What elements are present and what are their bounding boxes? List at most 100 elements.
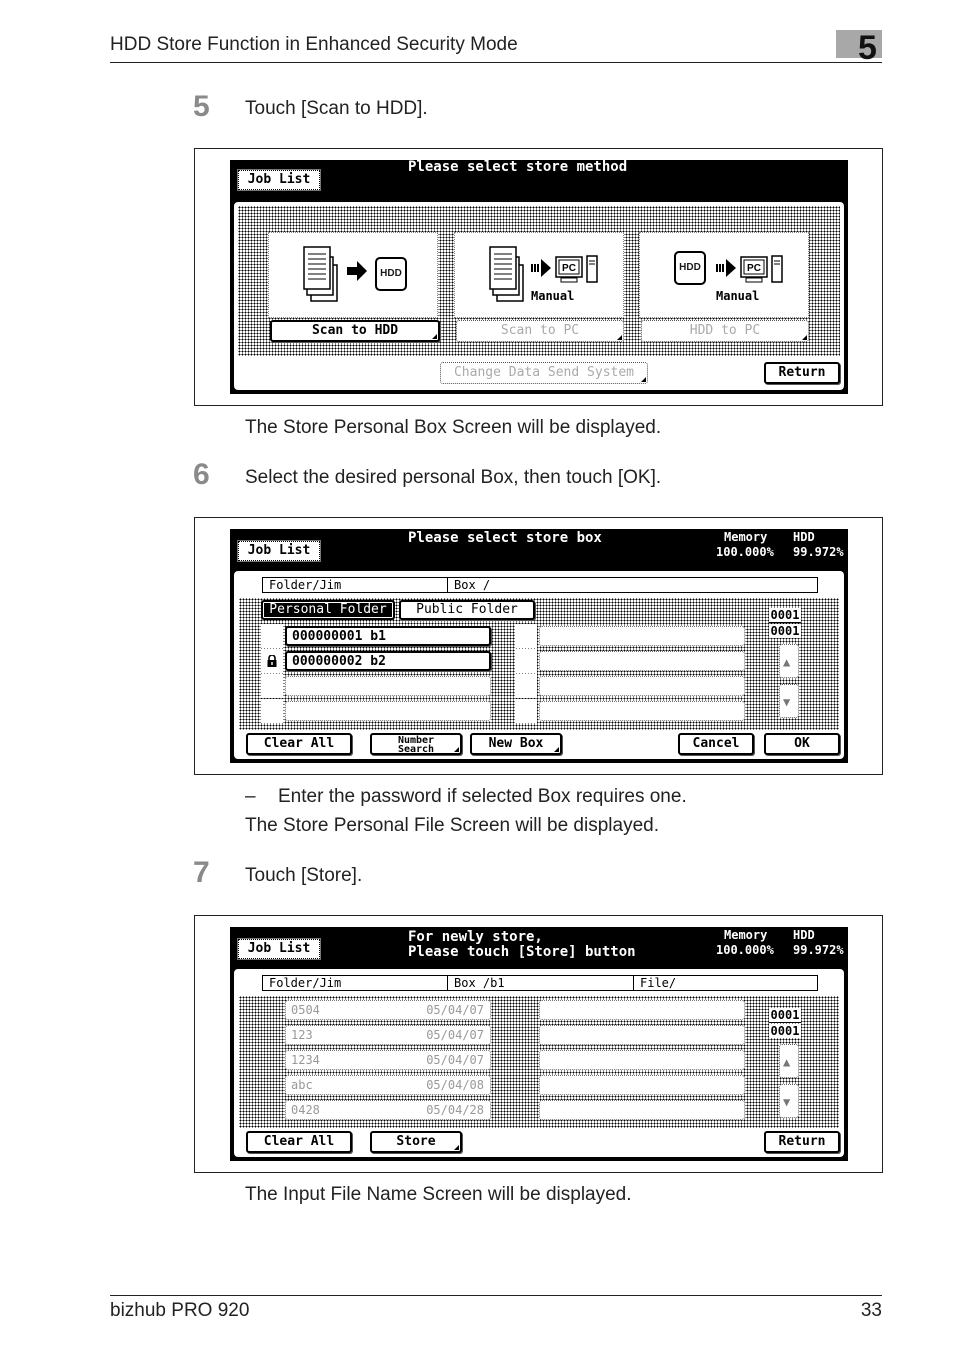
arrow-up-icon: ▲ <box>783 1055 791 1069</box>
file-item-empty[interactable] <box>539 1100 745 1120</box>
box-item-empty[interactable] <box>285 676 491 696</box>
box-item-empty[interactable] <box>285 701 491 721</box>
step-number: 6 <box>193 458 210 491</box>
box-item-empty[interactable] <box>539 676 745 696</box>
document-stack-icon <box>489 246 524 302</box>
path-bar: Folder/Jim Box / <box>262 577 818 593</box>
page-current: 0001 <box>769 1008 801 1023</box>
memory-label: Memory <box>724 928 768 942</box>
scan-to-hdd-button[interactable]: Scan to HDD <box>270 320 440 342</box>
pc-icon: PC <box>740 255 783 283</box>
tab-personal-folder[interactable]: Personal Folder <box>261 600 395 620</box>
file-item[interactable]: 1234 05/04/07 <box>285 1050 491 1070</box>
memory-value: 100.000% <box>716 943 774 957</box>
hdd-to-pc-button[interactable]: HDD to PC <box>641 320 809 342</box>
hdd-icon: HDD <box>674 251 706 285</box>
file-name: 0504 <box>291 1003 320 1017</box>
file-name: 0428 <box>291 1103 320 1117</box>
pc-icon: PC <box>555 255 598 283</box>
row-lead <box>261 674 283 698</box>
svg-text:PC: PC <box>747 263 761 274</box>
clear-all-button[interactable]: Clear All <box>246 1131 352 1153</box>
touch-panel-store-method: Job List Please select store method HDD … <box>230 160 848 394</box>
file-date: 05/04/07 <box>426 1003 484 1017</box>
stream-arrow-icon <box>716 259 736 277</box>
arrow-down-icon: ▼ <box>783 1095 791 1109</box>
return-button[interactable]: Return <box>764 1131 840 1153</box>
page-total: 0001 <box>769 1024 801 1038</box>
footer-page-number: 33 <box>860 1300 882 1321</box>
row-lead <box>261 649 283 673</box>
file-date: 05/04/07 <box>426 1028 484 1042</box>
hdd-label: HDD <box>793 928 815 942</box>
file-item-empty[interactable] <box>539 1000 745 1020</box>
file-item[interactable]: 123 05/04/07 <box>285 1025 491 1045</box>
scroll-up-button[interactable]: ▲ <box>779 1044 799 1078</box>
screen-title: Please select store box <box>408 530 602 546</box>
file-path: File/ <box>633 976 676 990</box>
box-item[interactable]: 000000001 b1 <box>285 626 491 646</box>
scroll-up-button[interactable]: ▲ <box>779 644 799 678</box>
file-name: 1234 <box>291 1053 320 1067</box>
scroll-down-button[interactable]: ▼ <box>779 684 799 718</box>
file-item-empty[interactable] <box>539 1025 745 1045</box>
box-item-empty[interactable] <box>539 701 745 721</box>
box-panel: Folder/Jim Box / Personal Folder Public … <box>232 569 846 761</box>
number-search-button[interactable]: Number Search <box>370 733 462 755</box>
hdd-value: 99.972% <box>793 943 844 957</box>
lock-icon <box>267 655 277 667</box>
memory-label: Memory <box>724 530 768 544</box>
return-button[interactable]: Return <box>764 362 840 384</box>
file-date: 05/04/28 <box>426 1103 484 1117</box>
file-date: 05/04/08 <box>426 1078 484 1092</box>
box-item-empty[interactable] <box>539 626 745 646</box>
touch-panel-store-file: Job List For newly store, Please touch [… <box>230 927 848 1161</box>
file-item-empty[interactable] <box>539 1050 745 1070</box>
ok-button[interactable]: OK <box>764 733 840 755</box>
page-total: 0001 <box>769 624 801 638</box>
file-item-empty[interactable] <box>539 1075 745 1095</box>
scroll-down-button[interactable]: ▼ <box>779 1084 799 1118</box>
file-item[interactable]: 0428 05/04/28 <box>285 1100 491 1120</box>
method-card-hdd-to-pc: HDD PC Manual <box>639 232 809 318</box>
step-number: 5 <box>193 90 210 123</box>
method-card-scan-to-pc: PC Manual <box>454 232 624 318</box>
page-header-title: HDD Store Function in Enhanced Security … <box>110 34 518 55</box>
row-lead <box>515 699 537 723</box>
file-item[interactable]: 0504 05/04/07 <box>285 1000 491 1020</box>
stream-arrow-icon <box>531 259 551 277</box>
step-result: The Input File Name Screen will be displ… <box>245 1184 632 1205</box>
hdd-value: 99.972% <box>793 545 844 559</box>
clear-all-button[interactable]: Clear All <box>246 733 352 755</box>
method-caption: Manual <box>716 289 760 303</box>
path-bar: Folder/Jim Box /b1 File/ <box>262 975 818 991</box>
file-name: 123 <box>291 1028 313 1042</box>
new-box-button[interactable]: New Box <box>470 733 562 755</box>
change-data-send-system-button[interactable]: Change Data Send System <box>440 362 648 384</box>
method-area: HDD Scan to HDD PC Manual Scan to PC HDD… <box>238 206 840 356</box>
file-item[interactable]: abc 05/04/08 <box>285 1075 491 1095</box>
store-button[interactable]: Store <box>370 1131 462 1153</box>
document-stack-icon <box>303 246 338 302</box>
job-list-button[interactable]: Job List <box>237 938 321 960</box>
box-item-locked[interactable]: 000000002 b2 <box>285 651 491 671</box>
job-list-button[interactable]: Job List <box>237 169 321 191</box>
title-bar: Job List For newly store, Please touch [… <box>230 927 848 967</box>
box-item-empty[interactable] <box>539 651 745 671</box>
arrow-right-icon <box>347 261 367 281</box>
scan-to-pc-button[interactable]: Scan to PC <box>456 320 624 342</box>
screen-title-line-1: For newly store, <box>408 929 543 945</box>
tab-public-folder[interactable]: Public Folder <box>399 600 535 620</box>
cancel-button[interactable]: Cancel <box>678 733 754 755</box>
touch-panel-store-box: Job List Please select store box Memory … <box>230 529 848 763</box>
step-note: Enter the password if selected Box requi… <box>278 786 687 807</box>
job-list-button[interactable]: Job List <box>237 540 321 562</box>
folder-path: Folder/Jim <box>269 976 342 990</box>
footer-divider <box>110 1295 882 1296</box>
hdd-label: HDD <box>793 530 815 544</box>
box-path: Box / <box>447 578 490 592</box>
screen-title-line-2: Please touch [Store] button <box>408 944 636 960</box>
method-panel: HDD Scan to HDD PC Manual Scan to PC HDD… <box>232 200 846 392</box>
step-instruction: Touch [Store]. <box>245 865 363 886</box>
footer-product: bizhub PRO 920 <box>110 1300 250 1321</box>
